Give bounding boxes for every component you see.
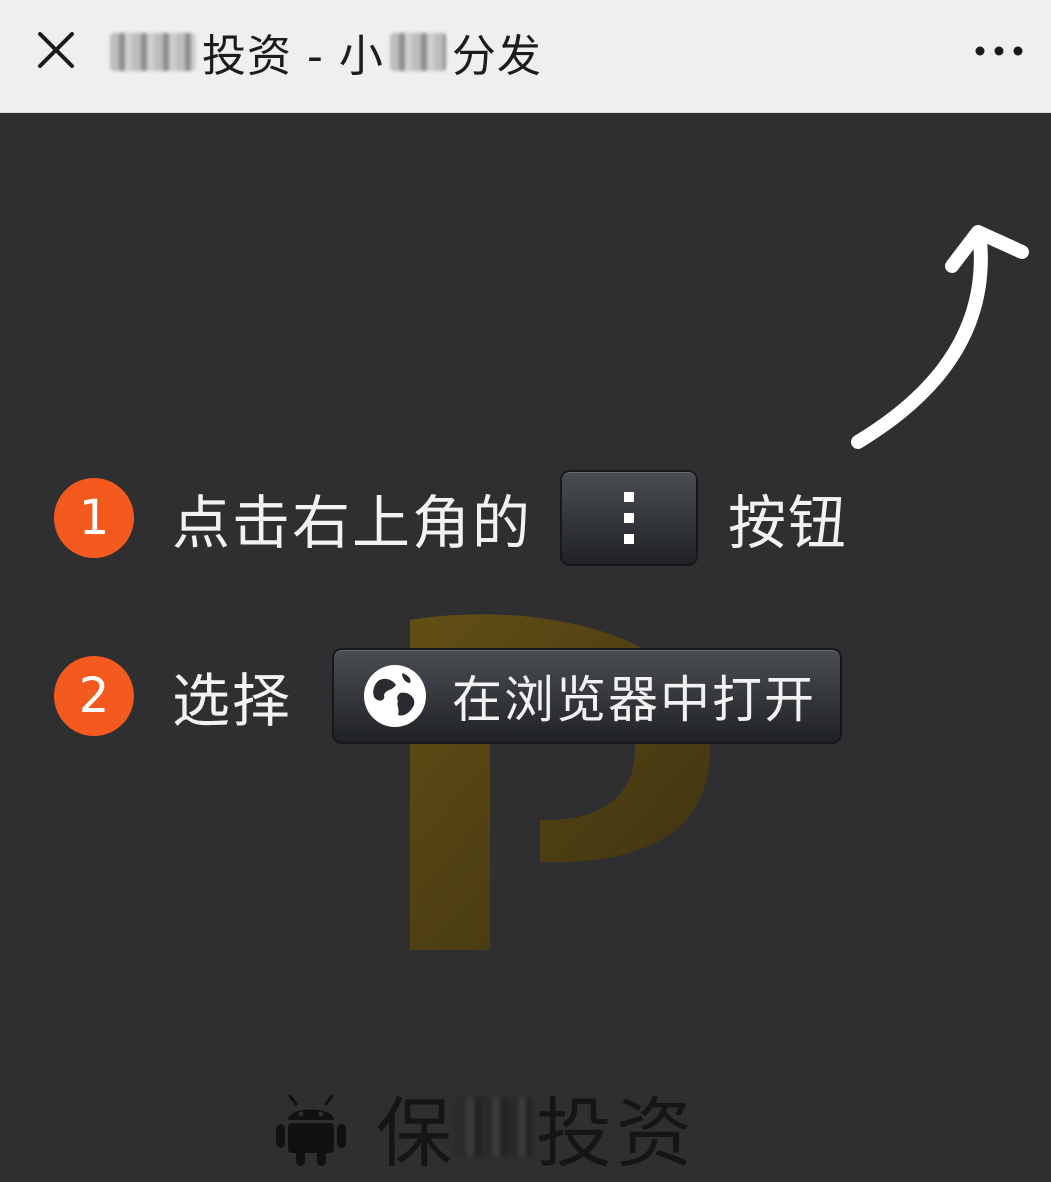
redacted-text (456, 1097, 532, 1157)
step-1-text: 点击右上角的 (172, 489, 533, 557)
step-2: 2 选择 在浏览器中打开 (54, 648, 843, 744)
globe-icon (364, 665, 427, 727)
step-number-badge: 2 (54, 656, 134, 736)
title-text-2: 分发 (451, 31, 542, 82)
open-in-browser-label: 在浏览器中打开 (452, 671, 817, 729)
close-button[interactable] (28, 22, 84, 78)
vertical-dots-icon (624, 492, 635, 544)
more-dots-icon (975, 46, 1023, 56)
redacted-text (110, 33, 196, 71)
step-1-suffix: 按钮 (728, 489, 849, 557)
redacted-text (389, 33, 446, 71)
step-2-text: 选择 (172, 667, 293, 735)
top-bar: 投资 - 小 分发 (0, 0, 1051, 113)
close-icon (38, 32, 74, 68)
app-name-text-1: 保 (376, 1089, 456, 1178)
page-title: 投资 - 小 分发 (110, 22, 542, 82)
footer-app-title: 保 投资 (276, 1072, 696, 1182)
step-number-badge: 1 (54, 478, 134, 558)
menu-key-button[interactable] (560, 470, 699, 566)
title-text-1: 投资 - 小 (202, 31, 384, 82)
open-in-browser-button[interactable]: 在浏览器中打开 (332, 648, 843, 744)
curved-arrow-icon (851, 225, 1029, 449)
step-1: 1 点击右上角的 按钮 (54, 470, 848, 566)
android-icon (276, 1094, 346, 1166)
app-name-text-2: 投资 (536, 1089, 696, 1178)
more-options-button[interactable] (969, 26, 1029, 76)
